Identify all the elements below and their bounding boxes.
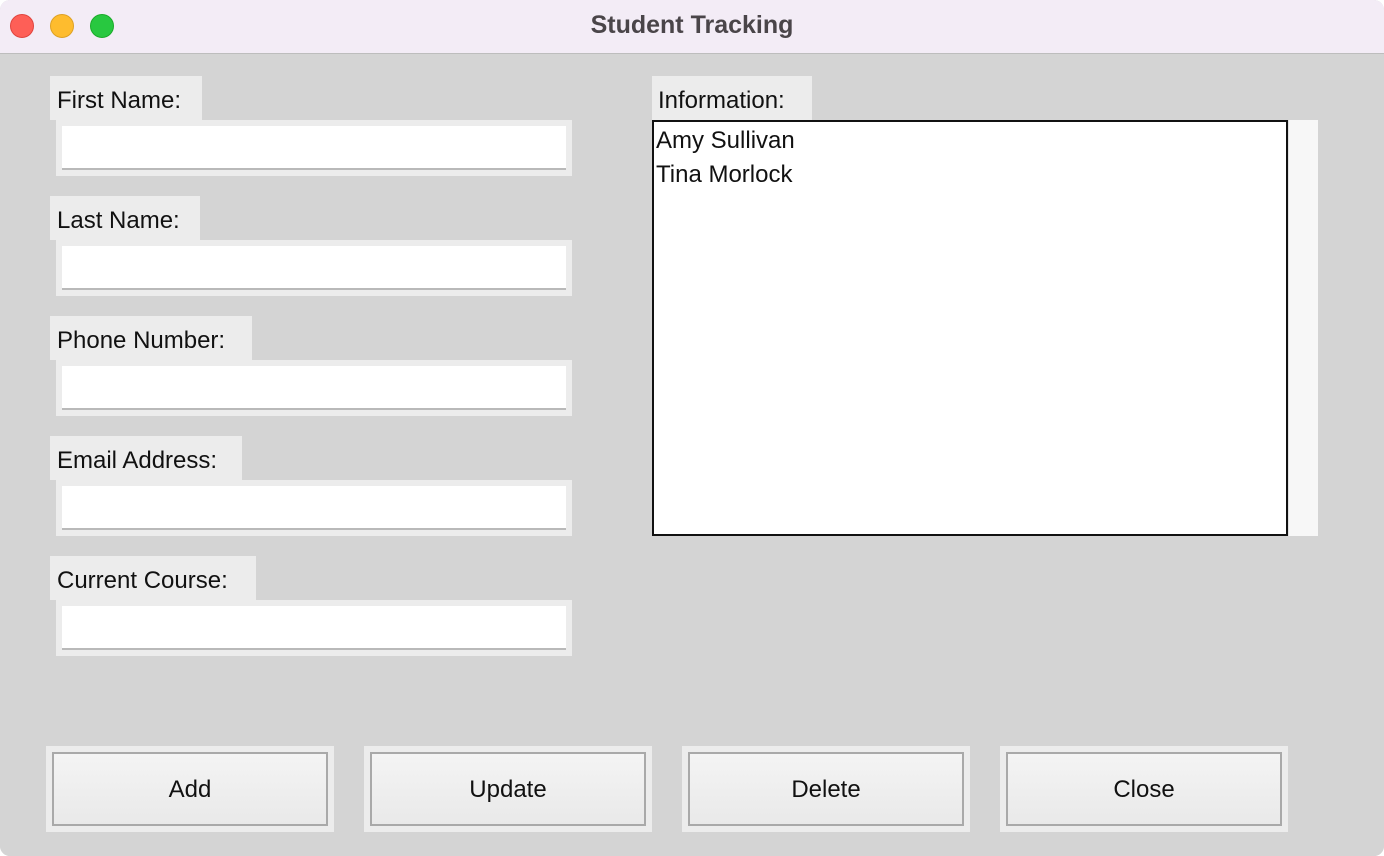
app-window: Student Tracking First Name: Last Name: … <box>0 0 1384 856</box>
email-address-label: Email Address: <box>50 436 242 480</box>
listbox-scrollbar[interactable] <box>1288 120 1318 536</box>
phone-number-field-frame <box>56 360 572 416</box>
last-name-label: Last Name: <box>50 196 200 240</box>
information-label: Information: <box>652 76 812 120</box>
current-course-input[interactable] <box>62 606 566 650</box>
first-name-label: First Name: <box>50 76 202 120</box>
list-item[interactable]: Tina Morlock <box>654 160 1286 194</box>
current-course-label: Current Course: <box>50 556 256 600</box>
phone-number-input[interactable] <box>62 366 566 410</box>
last-name-field-frame <box>56 240 572 296</box>
first-name-field-frame <box>56 120 572 176</box>
email-address-field-frame <box>56 480 572 536</box>
email-address-input[interactable] <box>62 486 566 530</box>
window-title: Student Tracking <box>590 11 794 39</box>
delete-button-frame: Delete <box>682 746 970 832</box>
list-item[interactable]: Amy Sullivan <box>654 126 1286 160</box>
phone-number-label: Phone Number: <box>50 316 252 360</box>
last-name-input[interactable] <box>62 246 566 290</box>
add-button-frame: Add <box>46 746 334 832</box>
main-content: First Name: Last Name: Phone Number: Ema… <box>0 54 1384 856</box>
close-button-frame: Close <box>1000 746 1288 832</box>
update-button[interactable]: Update <box>370 752 646 826</box>
add-button[interactable]: Add <box>52 752 328 826</box>
close-button[interactable]: Close <box>1006 752 1282 826</box>
title-bar[interactable]: Student Tracking <box>0 0 1384 54</box>
current-course-field-frame <box>56 600 572 656</box>
update-button-frame: Update <box>364 746 652 832</box>
first-name-input[interactable] <box>62 126 566 170</box>
information-listbox[interactable]: Amy Sullivan Tina Morlock <box>652 120 1288 536</box>
information-listbox-area: Amy Sullivan Tina Morlock <box>652 120 1318 536</box>
delete-button[interactable]: Delete <box>688 752 964 826</box>
